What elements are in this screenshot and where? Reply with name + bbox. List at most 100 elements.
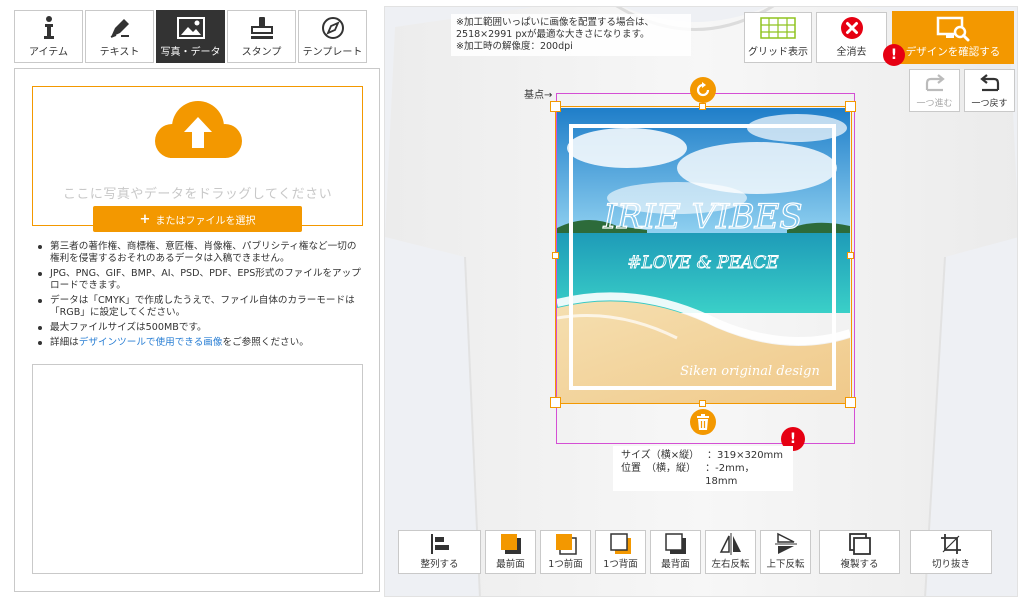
- uploaded-images-list: [32, 364, 363, 574]
- send-to-back-icon: [664, 531, 688, 556]
- forward-label: 1つ前面: [548, 559, 583, 570]
- note-line: ※加工時の解像度：200dpi: [456, 41, 573, 52]
- redo-button[interactable]: 一つ進む: [909, 69, 960, 112]
- clear-label: 全消去: [836, 47, 867, 58]
- crop-button[interactable]: 切り抜き: [910, 530, 992, 574]
- resize-handle-top[interactable]: [699, 103, 706, 110]
- size-position-readout: サイズ（横×縦） ：319×320mm 位置 （横，縦） ：-2mm，18mm: [613, 446, 793, 491]
- tab-template[interactable]: テンプレート: [298, 10, 367, 63]
- tab-label: テキスト: [99, 47, 140, 58]
- clear-x-icon: [840, 13, 864, 43]
- duplicate-label: 複製する: [840, 559, 879, 570]
- delete-button[interactable]: [690, 409, 716, 435]
- crop-icon: [940, 531, 962, 556]
- back-label: 最背面: [661, 559, 690, 570]
- resize-handle-top-right[interactable]: [845, 101, 856, 112]
- monitor-search-icon: [936, 14, 970, 44]
- upload-notes: 第三者の著作権、商標権、意匠権、肖像権、パブリシティ権など一切の権利を侵害するお…: [35, 241, 365, 352]
- tab-stamp[interactable]: スタンプ: [227, 10, 296, 63]
- note-item: 第三者の著作権、商標権、意匠権、肖像権、パブリシティ権など一切の権利を侵害するお…: [35, 241, 365, 265]
- position-value: ：-2mm，18mm: [705, 463, 755, 487]
- redo-label: 一つ進む: [916, 99, 953, 109]
- warning-badge: !: [883, 44, 905, 66]
- print-resolution-note: ※加工範囲いっぱいに画像を配置する場合は、 2518×2991 pxが最適な大き…: [451, 14, 691, 56]
- note-item: JPG、PNG、GIF、BMP、AI、PSD、PDF、EPS形式のファイルをアッ…: [35, 268, 365, 292]
- undo-button[interactable]: 一つ戻す: [964, 69, 1015, 112]
- flip-h-label: 左右反転: [711, 559, 750, 570]
- tab-photo-data[interactable]: 写真・データ: [156, 10, 225, 63]
- upload-cloud-icon: [146, 95, 250, 183]
- upload-panel: ここに写真やデータをドラッグしてください + またはファイルを選択 第三者の著作…: [14, 68, 380, 592]
- tab-text[interactable]: テキスト: [85, 10, 154, 63]
- tab-label: 写真・データ: [160, 47, 221, 58]
- align-left-icon: [429, 531, 451, 556]
- resize-handle-bottom[interactable]: [699, 400, 706, 407]
- flip-v-label: 上下反転: [766, 559, 805, 570]
- tab-label: アイテム: [29, 47, 68, 58]
- selection-box: [555, 106, 852, 404]
- tab-label: テンプレート: [302, 47, 363, 58]
- note-suffix: をご参照ください。: [222, 337, 309, 348]
- clear-all-button[interactable]: 全消去: [816, 12, 887, 63]
- crop-label: 切り抜き: [931, 559, 970, 570]
- rotate-icon: [696, 82, 710, 97]
- align-button[interactable]: 整列する: [398, 530, 481, 574]
- bring-forward-icon: [554, 531, 578, 556]
- image-icon: [176, 13, 205, 43]
- grid-label: グリッド表示: [748, 47, 808, 58]
- note-item: 最大ファイルサイズは500MBです。: [35, 322, 365, 334]
- info-i-icon: [37, 13, 61, 43]
- resize-handle-right[interactable]: [847, 252, 854, 259]
- file-dropzone[interactable]: ここに写真やデータをドラッグしてください + またはファイルを選択: [32, 86, 363, 232]
- note-line: 2518×2991 pxが最適な大きさになります。: [456, 29, 650, 40]
- pen-icon: [107, 13, 133, 43]
- grid-toggle-button[interactable]: グリッド表示: [744, 12, 812, 63]
- duplicate-button[interactable]: 複製する: [819, 530, 900, 574]
- flip-vertical-button[interactable]: 上下反転: [760, 530, 811, 574]
- position-key: 位置 （横，縦）: [621, 463, 696, 474]
- bring-forward-button[interactable]: 1つ前面: [540, 530, 591, 574]
- align-label: 整列する: [420, 559, 459, 570]
- plus-icon: +: [139, 211, 151, 227]
- send-backward-icon: [609, 531, 633, 556]
- flip-vertical-icon: [774, 531, 798, 556]
- resize-handle-bottom-left[interactable]: [550, 397, 561, 408]
- undo-arrow-icon: [978, 70, 1002, 96]
- duplicate-icon: [848, 531, 872, 556]
- backward-label: 1つ背面: [603, 559, 638, 570]
- undo-label: 一つ戻す: [971, 99, 1008, 109]
- redo-arrow-icon: [923, 70, 947, 96]
- size-value: ：319×320mm: [707, 450, 784, 461]
- stamp-icon: [249, 13, 275, 43]
- note-line: ※加工範囲いっぱいに画像を配置する場合は、: [456, 17, 654, 28]
- trash-icon: [697, 414, 709, 430]
- grid-icon: [760, 13, 796, 43]
- note-item: データは「CMYK」で作成したうえで、ファイル自体のカラーモードは「RGB」に設…: [35, 295, 365, 319]
- drop-instruction: ここに写真やデータをドラッグしてください: [62, 187, 333, 202]
- size-key: サイズ（横×縦）: [621, 450, 700, 461]
- rotate-button[interactable]: [690, 77, 716, 103]
- origin-label: 基点→: [524, 90, 553, 101]
- confirm-design-button[interactable]: デザインを確認する: [892, 11, 1014, 64]
- flip-horizontal-icon: [719, 531, 743, 556]
- resize-handle-left[interactable]: [552, 252, 559, 259]
- select-file-label: またはファイルを選択: [155, 215, 256, 227]
- confirm-label: デザインを確認する: [905, 46, 1001, 58]
- compass-icon: [320, 13, 346, 43]
- send-backward-button[interactable]: 1つ背面: [595, 530, 646, 574]
- tool-tabs: アイテム テキスト 写真・データ スタンプ テンプレート: [14, 10, 367, 63]
- resize-handle-top-left[interactable]: [550, 101, 561, 112]
- note-item: 詳細はデザインツールで使用できる画像をご参照ください。: [35, 337, 365, 349]
- bring-to-front-icon: [499, 531, 523, 556]
- send-to-back-button[interactable]: 最背面: [650, 530, 701, 574]
- tab-label: スタンプ: [241, 47, 282, 58]
- note-prefix: 詳細は: [50, 337, 79, 348]
- select-file-button[interactable]: + またはファイルを選択: [93, 206, 302, 232]
- front-label: 最前面: [496, 559, 525, 570]
- resize-handle-bottom-right[interactable]: [845, 397, 856, 408]
- bring-to-front-button[interactable]: 最前面: [485, 530, 536, 574]
- flip-horizontal-button[interactable]: 左右反転: [705, 530, 756, 574]
- size-row: サイズ（横×縦） ：319×320mm: [621, 449, 785, 462]
- usable-images-link[interactable]: デザインツールで使用できる画像: [79, 337, 223, 348]
- tab-item[interactable]: アイテム: [14, 10, 83, 63]
